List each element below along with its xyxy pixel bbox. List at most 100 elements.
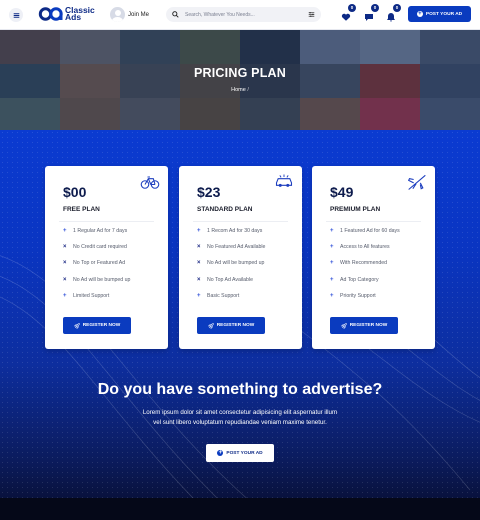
search-input[interactable]: Search, Whatever You Needs... bbox=[185, 12, 255, 18]
plus-icon: + bbox=[63, 292, 67, 299]
filter-icon[interactable] bbox=[308, 11, 315, 18]
breadcrumb: Home / bbox=[0, 87, 480, 93]
favorites-count-badge: 0 bbox=[348, 4, 356, 12]
plan-feature: × No Top Ad Available bbox=[197, 277, 253, 283]
cta-post-your-ad-button[interactable]: + POST YOUR AD bbox=[206, 444, 274, 462]
plan-feature: + Limited Support bbox=[63, 293, 109, 299]
card-divider bbox=[326, 221, 421, 222]
plus-icon: + bbox=[330, 228, 334, 234]
plan-feature: × No Ad will be bumped up bbox=[197, 260, 264, 266]
messages-button[interactable]: 0 bbox=[364, 4, 379, 21]
site-logo[interactable]: Classic Ads bbox=[38, 6, 95, 22]
post-your-ad-button[interactable]: + POST YOUR AD bbox=[408, 6, 471, 22]
plan-name: PREMIUM PLAN bbox=[330, 206, 381, 213]
pricing-card: $00 FREE PLAN +1 Regular Ad for 7 days × No … bbox=[45, 166, 168, 349]
register-button-label: REGISTER NOW bbox=[349, 323, 388, 328]
plan-feature: × No Credit card required bbox=[63, 244, 127, 250]
bell-icon bbox=[387, 13, 395, 22]
join-me-link[interactable]: Join Me bbox=[110, 7, 149, 22]
feature-text: 1 Featured Ad for 60 days bbox=[340, 228, 400, 234]
pricing-section: $00 FREE PLAN +1 Regular Ad for 7 days × No … bbox=[0, 130, 480, 520]
feature-text: No Ad will be bumped up bbox=[73, 276, 131, 283]
plan-feature: + Basic Support bbox=[197, 293, 239, 299]
favorites-button[interactable]: 0 bbox=[341, 4, 356, 21]
plus-icon: + bbox=[330, 276, 334, 283]
rocket-icon bbox=[340, 322, 347, 329]
register-now-button[interactable]: REGISTER NOW bbox=[330, 317, 398, 334]
register-now-button[interactable]: REGISTER NOW bbox=[197, 317, 265, 334]
messages-count-badge: 0 bbox=[371, 4, 379, 12]
card-divider bbox=[193, 221, 288, 222]
plus-icon: + bbox=[330, 292, 334, 299]
cta-text: Lorem ipsum dolor sit amet consectetur a… bbox=[120, 408, 360, 428]
cross-icon: × bbox=[63, 260, 67, 267]
chat-icon bbox=[365, 14, 373, 21]
notifications-button[interactable]: 0 bbox=[386, 4, 401, 22]
plus-icon: + bbox=[330, 244, 334, 251]
avatar bbox=[110, 7, 125, 22]
post-ad-label: POST YOUR AD bbox=[425, 11, 463, 17]
logo-mark-icon bbox=[38, 7, 63, 21]
cross-icon: × bbox=[197, 276, 201, 283]
feature-text: No Top or Featured Ad bbox=[73, 260, 126, 267]
pricing-card: $23 STANDARD PLAN +1 Recom Ad for 30 days ×… bbox=[179, 166, 302, 349]
menu-icon bbox=[13, 12, 19, 18]
plan-feature: +1 Featured Ad for 60 days bbox=[330, 228, 400, 234]
join-me-label: Join Me bbox=[128, 11, 150, 18]
bicycle-icon bbox=[140, 176, 160, 189]
feature-text: 1 Recom Ad for 30 days bbox=[207, 228, 263, 234]
feature-text: With Recommended bbox=[340, 260, 387, 267]
plan-feature: + With Recommended bbox=[330, 260, 387, 266]
notifications-count-badge: 0 bbox=[393, 4, 401, 12]
car-icon bbox=[275, 174, 293, 187]
plan-feature: + Access to All features bbox=[330, 244, 390, 250]
plus-icon: + bbox=[416, 11, 423, 17]
plan-price: $23 bbox=[197, 184, 221, 200]
cross-icon: × bbox=[197, 244, 201, 251]
feature-text: Limited Support bbox=[73, 292, 110, 299]
feature-text: Priority Support bbox=[340, 292, 376, 299]
plan-feature: + Priority Support bbox=[330, 293, 376, 299]
cta-text-line-1: Lorem ipsum dolor sit amet consectetur a… bbox=[142, 409, 338, 416]
plan-feature: × No Ad will be bumped up bbox=[63, 277, 130, 283]
plus-icon: + bbox=[63, 228, 67, 234]
plan-feature: +1 Recom Ad for 30 days bbox=[197, 228, 262, 234]
search-bar[interactable]: Search, Whatever You Needs... bbox=[166, 7, 321, 22]
plan-feature: × No Top or Featured Ad bbox=[63, 260, 125, 266]
plan-feature: × No Featured Ad Available bbox=[197, 244, 265, 250]
pricing-card: $49 PREMIUM PLAN +1 Featured Ad for 60 day… bbox=[312, 166, 435, 349]
card-divider bbox=[59, 221, 154, 222]
breadcrumb-home-link[interactable]: Home bbox=[231, 87, 246, 93]
footer-strip bbox=[0, 498, 480, 520]
plan-feature: + Ad Top Category bbox=[330, 277, 379, 283]
feature-text: Access to All features bbox=[340, 244, 390, 251]
cta-heading: Do you have something to advertise? bbox=[97, 381, 383, 398]
page-title: PRICING PLAN bbox=[194, 66, 286, 80]
plus-icon: + bbox=[217, 450, 224, 456]
menu-toggle-button[interactable] bbox=[9, 8, 23, 22]
register-button-label: REGISTER NOW bbox=[82, 323, 121, 328]
cta-button-label: POST YOUR AD bbox=[226, 450, 263, 456]
hero-banner: PRICING PLAN Home / bbox=[0, 30, 480, 130]
logo-text: Classic Ads bbox=[65, 6, 95, 22]
plan-name: FREE PLAN bbox=[63, 206, 100, 213]
cross-icon: × bbox=[197, 260, 201, 267]
hero-overlay bbox=[0, 30, 480, 130]
cross-icon: × bbox=[63, 276, 67, 283]
search-icon bbox=[172, 11, 179, 18]
plan-feature: +1 Regular Ad for 7 days bbox=[63, 228, 127, 234]
heart-icon bbox=[341, 13, 351, 21]
cross-icon: × bbox=[63, 244, 67, 251]
logo-line-2: Ads bbox=[65, 12, 82, 22]
feature-text: No Top Ad Available bbox=[207, 276, 253, 283]
register-now-button[interactable]: REGISTER NOW bbox=[63, 317, 131, 334]
register-button-label: REGISTER NOW bbox=[216, 323, 255, 328]
feature-text: No Ad will be bumped up bbox=[207, 260, 265, 267]
feature-text: Ad Top Category bbox=[340, 276, 379, 283]
feature-text: 1 Regular Ad for 7 days bbox=[73, 228, 128, 234]
plan-name: STANDARD PLAN bbox=[197, 206, 253, 213]
plus-icon: + bbox=[197, 292, 201, 299]
airplane-icon bbox=[407, 174, 426, 190]
plan-price: $00 bbox=[63, 184, 87, 200]
plan-price: $49 bbox=[330, 184, 354, 200]
